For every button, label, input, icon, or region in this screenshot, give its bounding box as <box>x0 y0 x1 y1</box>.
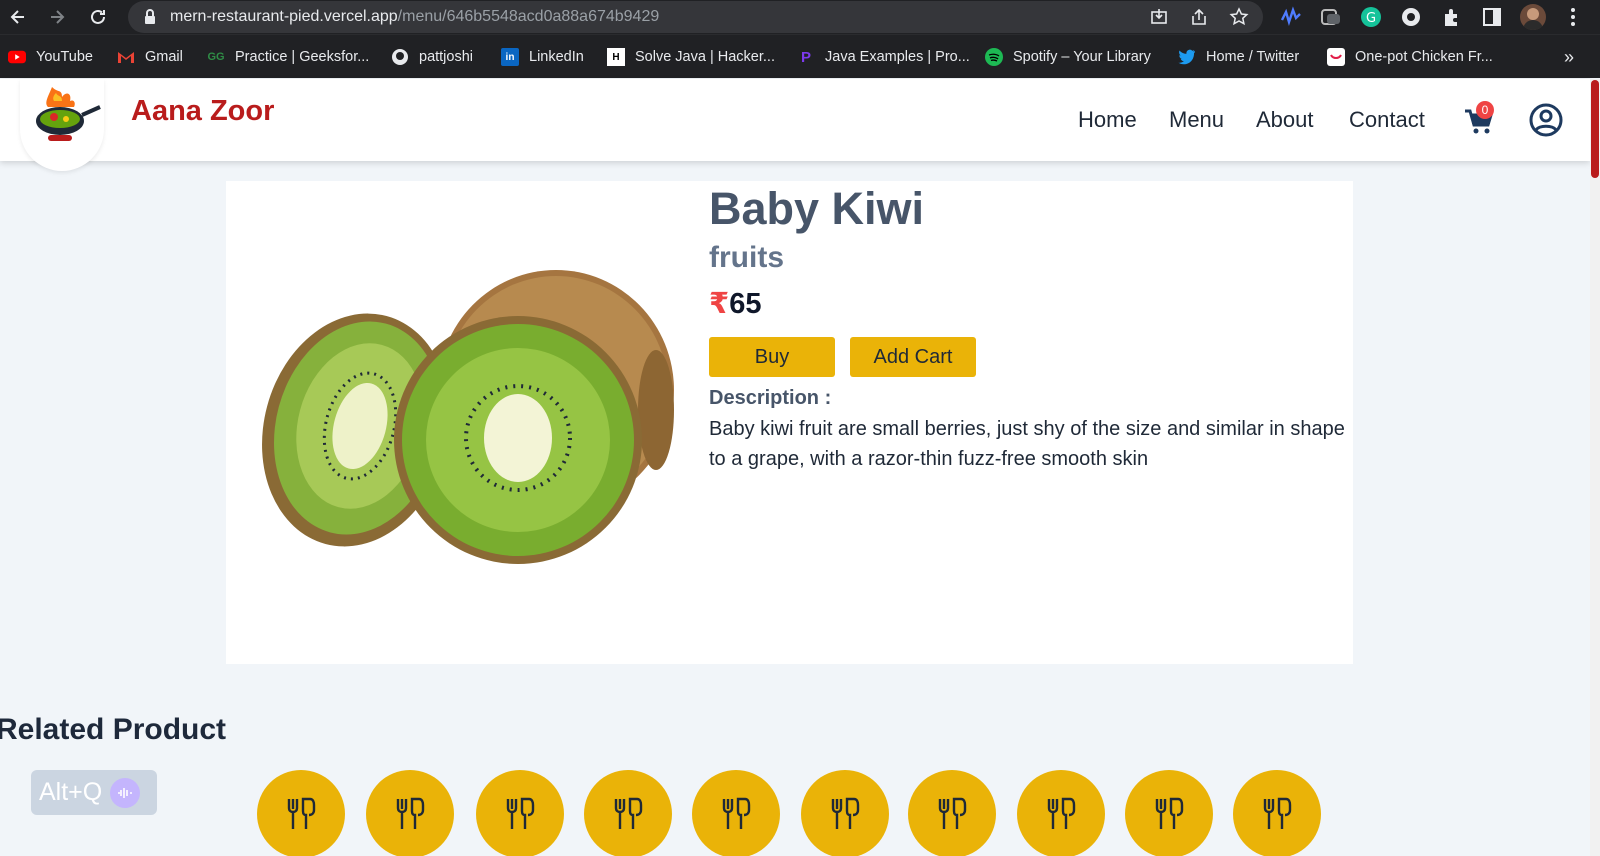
fork-knife-icon <box>722 797 751 829</box>
spotify-icon <box>985 48 1003 66</box>
alt-q-label: Alt+Q <box>39 778 103 806</box>
install-icon[interactable] <box>1149 7 1169 27</box>
bookmark-programiz[interactable]: P Java Examples | Pro... <box>797 47 970 67</box>
nav-home[interactable]: Home <box>1078 107 1137 133</box>
related-product-heading: Related Product <box>0 713 227 746</box>
bookmark-geeksforgeeks[interactable]: GG Practice | Geeksfor... <box>207 47 369 67</box>
brand-name[interactable]: Aana Zoor <box>131 95 274 128</box>
forward-icon[interactable] <box>45 5 69 29</box>
related-product-placeholder[interactable] <box>801 770 889 856</box>
bookmark-label: Solve Java | Hacker... <box>635 49 775 65</box>
browser-toolbar: mern-restaurant-pied.vercel.app/menu/646… <box>0 0 1600 34</box>
buy-button[interactable]: Buy <box>709 337 835 377</box>
bookmark-label: LinkedIn <box>529 49 584 65</box>
youtube-icon <box>8 48 26 66</box>
nav-contact[interactable]: Contact <box>1349 107 1425 133</box>
site-header: Aana Zoor Home Menu About Contact 0 <box>0 79 1590 171</box>
extension-link-icon[interactable] <box>1320 6 1342 28</box>
page-scrollbar[interactable] <box>1590 79 1600 856</box>
site-logo[interactable] <box>20 79 104 171</box>
linkedin-icon: in <box>501 48 519 66</box>
bookmark-label: pattjoshi <box>419 49 474 65</box>
gmail-icon <box>117 48 135 66</box>
related-product-placeholder[interactable] <box>257 770 345 856</box>
bookmark-label: YouTube <box>36 49 93 65</box>
kebab-menu-icon[interactable] <box>1562 6 1584 28</box>
related-product-placeholder[interactable] <box>692 770 780 856</box>
github-icon <box>391 48 409 66</box>
fork-knife-icon <box>506 797 535 829</box>
voice-wave-icon <box>110 777 141 808</box>
hackerrank-icon: H <box>607 48 625 66</box>
description-text: Baby kiwi fruit are small berries, just … <box>709 418 1345 470</box>
lock-icon <box>145 9 155 24</box>
reload-icon[interactable] <box>86 5 110 29</box>
recipe-icon <box>1327 48 1345 66</box>
product-price: ₹65 <box>709 286 761 321</box>
bookmark-label: Home / Twitter <box>1206 49 1300 65</box>
fork-knife-icon <box>831 797 860 829</box>
bookmark-star-icon[interactable] <box>1229 7 1249 27</box>
fork-knife-icon <box>396 797 425 829</box>
bookmark-hackerrank[interactable]: H Solve Java | Hacker... <box>607 47 775 67</box>
bookmark-recipe[interactable]: One-pot Chicken Fr... <box>1327 47 1493 67</box>
extension-wave-icon[interactable] <box>1280 6 1302 28</box>
grammarly-icon[interactable]: G <box>1360 6 1382 28</box>
bookmark-label: Practice | Geeksfor... <box>235 49 370 65</box>
side-panel-icon[interactable] <box>1481 6 1503 28</box>
related-product-placeholder[interactable] <box>908 770 996 856</box>
bookmark-label: Java Examples | Pro... <box>825 49 970 65</box>
product-title: Baby Kiwi <box>709 183 925 234</box>
bookmark-github[interactable]: pattjoshi <box>391 47 473 67</box>
geeksforgeeks-icon: GG <box>207 51 225 63</box>
bookmark-gmail[interactable]: Gmail <box>117 47 183 67</box>
url-text: mern-restaurant-pied.vercel.app/menu/646… <box>170 8 660 25</box>
bookmarks-bar: YouTube Gmail GG Practice | Geeksfor... … <box>0 34 1600 78</box>
svg-text:G: G <box>1366 11 1376 26</box>
nav-menu[interactable]: Menu <box>1169 107 1224 133</box>
fork-knife-icon <box>938 797 967 829</box>
fork-knife-icon <box>287 797 316 829</box>
nav-about[interactable]: About <box>1256 107 1314 133</box>
cart-count-badge: 0 <box>1476 101 1494 119</box>
product-image-kiwi <box>262 270 674 564</box>
user-account-icon[interactable] <box>1529 103 1563 137</box>
bookmark-spotify[interactable]: Spotify – Your Library <box>985 47 1151 67</box>
more-bookmarks-button[interactable]: » <box>1564 47 1574 67</box>
extension-circle-icon[interactable] <box>1400 6 1422 28</box>
add-cart-button[interactable]: Add Cart <box>850 337 976 377</box>
bookmark-linkedin[interactable]: in LinkedIn <box>501 47 584 67</box>
bookmark-label: One-pot Chicken Fr... <box>1355 49 1493 65</box>
bookmark-label: Gmail <box>145 49 183 65</box>
related-product-placeholder[interactable] <box>1017 770 1105 856</box>
back-icon[interactable] <box>6 5 30 29</box>
related-product-placeholder[interactable] <box>1233 770 1321 856</box>
description-label: Description : <box>709 387 832 409</box>
address-bar[interactable]: mern-restaurant-pied.vercel.app/menu/646… <box>128 1 1263 33</box>
related-product-placeholder[interactable] <box>476 770 564 856</box>
profile-avatar[interactable] <box>1520 4 1546 30</box>
programiz-icon: P <box>800 48 811 66</box>
fork-knife-icon <box>1047 797 1076 829</box>
related-product-placeholder[interactable] <box>366 770 454 856</box>
bookmark-youtube[interactable]: YouTube <box>8 47 93 67</box>
currency-symbol: ₹ <box>709 288 730 320</box>
share-icon[interactable] <box>1189 7 1209 27</box>
twitter-icon <box>1178 48 1196 66</box>
bookmark-label: Spotify – Your Library <box>1013 49 1151 65</box>
related-product-placeholder[interactable] <box>584 770 672 856</box>
extensions-puzzle-icon[interactable] <box>1441 6 1463 28</box>
alt-q-overlay[interactable]: Alt+Q <box>31 770 157 815</box>
fork-knife-icon <box>1263 797 1292 829</box>
price-value: 65 <box>729 288 762 320</box>
scrollbar-thumb[interactable] <box>1591 80 1599 178</box>
product-category: fruits <box>709 241 784 274</box>
fork-knife-icon <box>614 797 643 829</box>
related-product-placeholder[interactable] <box>1125 770 1213 856</box>
fork-knife-icon <box>1155 797 1184 829</box>
bookmark-twitter[interactable]: Home / Twitter <box>1178 47 1299 67</box>
